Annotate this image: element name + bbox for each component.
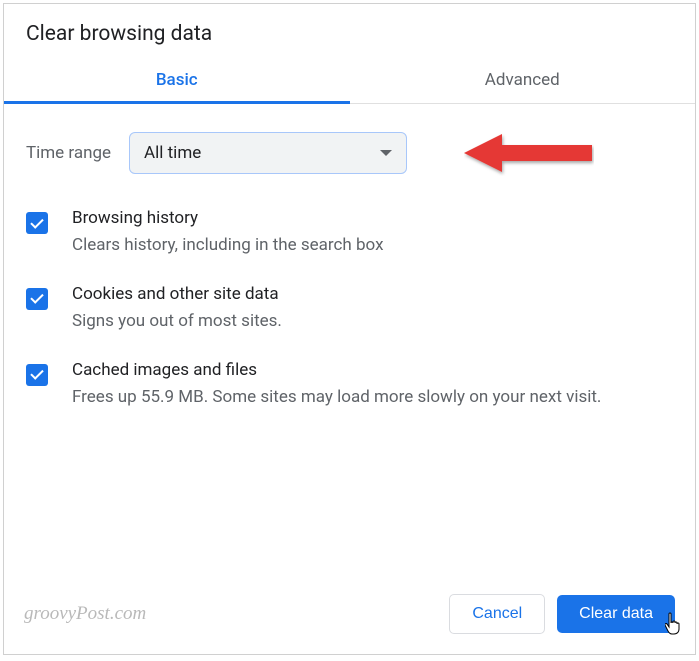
checkbox-cookies[interactable] xyxy=(26,288,48,310)
option-text: Browsing history Clears history, includi… xyxy=(72,208,384,258)
option-browsing-history: Browsing history Clears history, includi… xyxy=(26,208,673,258)
option-text: Cookies and other site data Signs you ou… xyxy=(72,284,282,334)
chevron-down-icon xyxy=(380,150,392,156)
checkmark-icon xyxy=(30,366,43,379)
clear-data-button[interactable]: Clear data xyxy=(557,595,675,633)
option-cookies: Cookies and other site data Signs you ou… xyxy=(26,284,673,334)
dialog-content: Time range All time Browsing history Cle… xyxy=(4,104,695,580)
clear-browsing-data-dialog: Clear browsing data Basic Advanced Time … xyxy=(3,3,696,655)
dialog-title: Clear browsing data xyxy=(4,4,695,56)
option-desc: Clears history, including in the search … xyxy=(72,234,384,258)
time-range-label: Time range xyxy=(26,143,111,163)
checkbox-cache[interactable] xyxy=(26,364,48,386)
dialog-footer: groovyPost.com Cancel Clear data xyxy=(4,580,695,654)
option-title: Browsing history xyxy=(72,208,384,228)
option-text: Cached images and files Frees up 55.9 MB… xyxy=(72,360,601,410)
watermark: groovyPost.com xyxy=(24,603,146,625)
time-range-select[interactable]: All time xyxy=(129,132,407,174)
option-desc: Signs you out of most sites. xyxy=(72,310,282,334)
tab-basic[interactable]: Basic xyxy=(4,56,350,103)
checkbox-browsing-history[interactable] xyxy=(26,212,48,234)
option-title: Cached images and files xyxy=(72,360,601,380)
cancel-button[interactable]: Cancel xyxy=(449,594,545,634)
annotation-arrow-icon xyxy=(464,128,594,178)
option-desc: Frees up 55.9 MB. Some sites may load mo… xyxy=(72,386,601,410)
cursor-pointer-icon xyxy=(665,612,685,636)
time-range-value: All time xyxy=(144,143,201,163)
checkmark-icon xyxy=(30,291,43,304)
checkmark-icon xyxy=(30,215,43,228)
option-cache: Cached images and files Frees up 55.9 MB… xyxy=(26,360,673,410)
tabs: Basic Advanced xyxy=(4,56,695,104)
option-title: Cookies and other site data xyxy=(72,284,282,304)
time-range-row: Time range All time xyxy=(26,132,673,174)
tab-advanced[interactable]: Advanced xyxy=(350,56,696,103)
